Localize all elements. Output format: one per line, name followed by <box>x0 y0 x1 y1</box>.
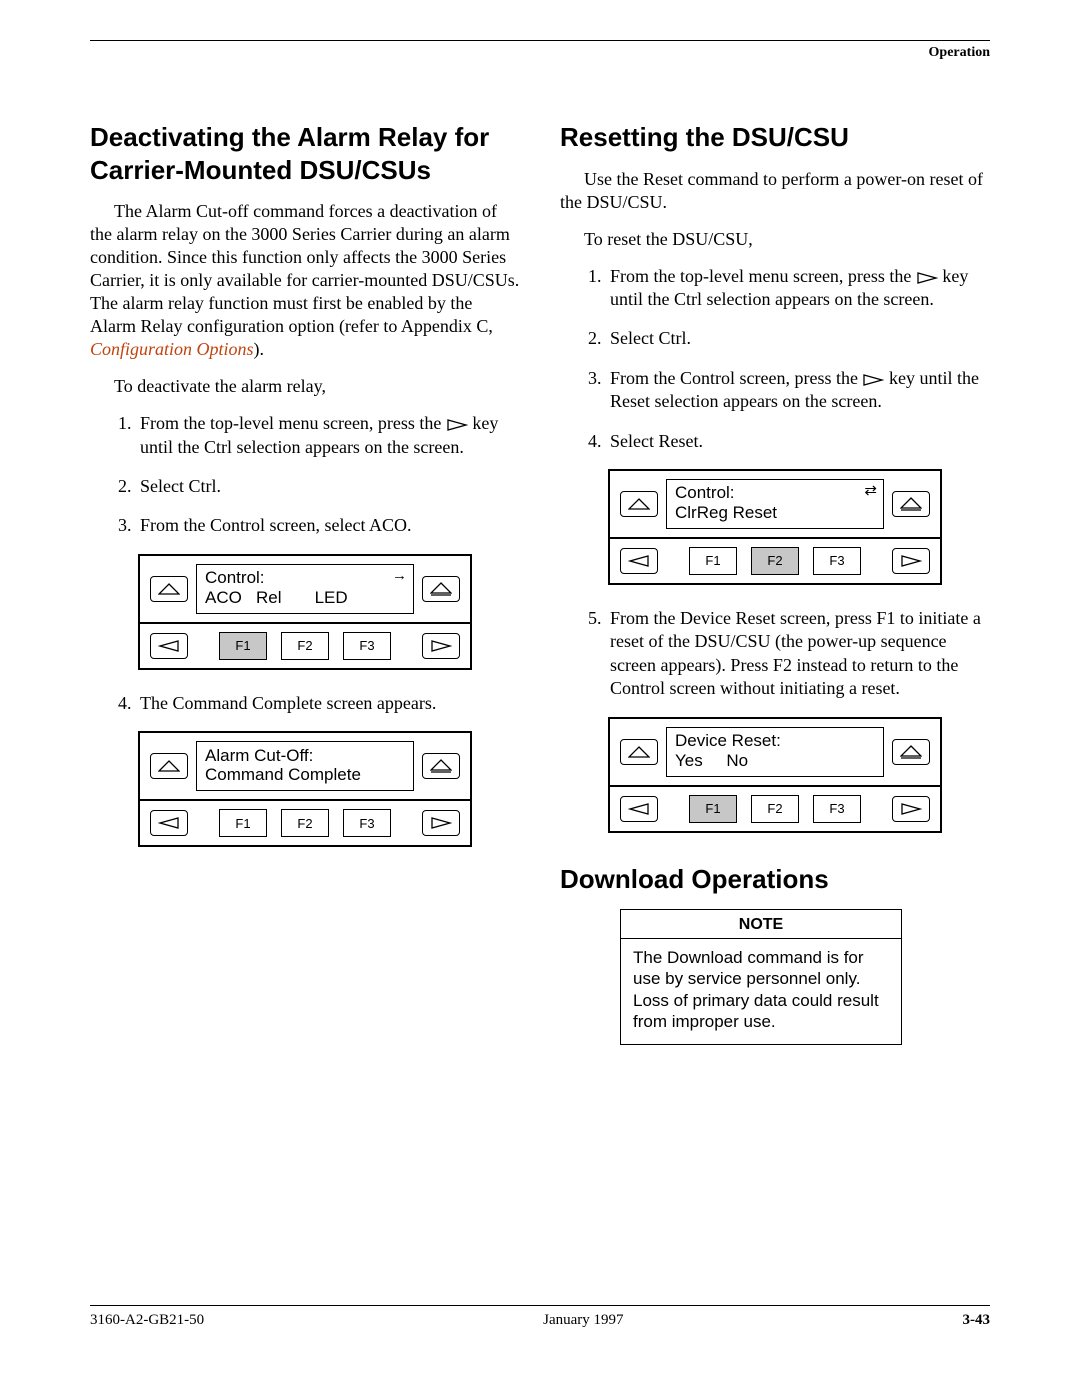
triangle-left-icon <box>628 555 650 567</box>
lead-deactivate: To deactivate the alarm relay, <box>90 375 520 398</box>
left-key[interactable] <box>150 810 188 836</box>
triangle-right-icon <box>900 555 922 567</box>
footer-date: January 1997 <box>543 1312 623 1329</box>
step-3-text-a: From the Control screen, press the <box>610 368 862 388</box>
step-2: Select Ctrl. <box>606 327 990 350</box>
right-arrow-icon <box>916 272 938 284</box>
exit-key[interactable] <box>892 491 930 517</box>
f2-key[interactable]: F2 <box>281 809 329 837</box>
right-key[interactable] <box>892 796 930 822</box>
step-1-text-a: From the top-level menu screen, press th… <box>140 413 446 433</box>
lead-reset: To reset the DSU/CSU, <box>560 228 990 251</box>
up-key[interactable] <box>620 739 658 765</box>
f2-key[interactable]: F2 <box>281 632 329 660</box>
step-5: From the Device Reset screen, press F1 t… <box>606 607 990 701</box>
step-2: Select Ctrl. <box>136 475 520 498</box>
f1-key[interactable]: F1 <box>689 547 737 575</box>
lcd-display: Control: ACO Rel LED → <box>196 564 414 614</box>
right-key[interactable] <box>422 633 460 659</box>
step-3: From the Control screen, press the key u… <box>606 367 990 414</box>
note-box: NOTE The Download command is for use by … <box>620 909 902 1045</box>
double-arrow-icon: ⇄ <box>864 483 877 498</box>
para-deactivate: The Alarm Cut-off command forces a deact… <box>90 200 520 361</box>
f2-key[interactable]: F2 <box>751 547 799 575</box>
triangle-left-icon <box>628 803 650 815</box>
note-body: The Download command is for use by servi… <box>621 939 901 1044</box>
running-head: Operation <box>90 45 990 61</box>
step-4: The Command Complete screen appears. <box>136 692 520 715</box>
steps-deactivate-cont: The Command Complete screen appears. <box>90 692 520 715</box>
right-key[interactable] <box>422 810 460 836</box>
exit-key[interactable] <box>892 739 930 765</box>
lcd-panel-alarm-cutoff: Alarm Cut-Off: Command Complete F1 F2 F3 <box>138 731 472 847</box>
triangle-up-bar-icon <box>430 582 452 596</box>
right-arrow-icon <box>446 419 468 431</box>
f3-key[interactable]: F3 <box>813 795 861 823</box>
para-deactivate-end: ). <box>254 339 265 359</box>
f3-key[interactable]: F3 <box>343 809 391 837</box>
step-1: From the top-level menu screen, press th… <box>606 265 990 312</box>
left-key[interactable] <box>620 548 658 574</box>
left-key[interactable] <box>620 796 658 822</box>
right-arrow-icon <box>862 374 884 386</box>
f1-key[interactable]: F1 <box>219 809 267 837</box>
lcd-line2: Yes No <box>675 751 875 771</box>
triangle-right-icon <box>430 817 452 829</box>
step-4: Select Reset. <box>606 430 990 453</box>
configuration-options-link[interactable]: Configuration Options <box>90 339 254 359</box>
lcd-line2: Command Complete <box>205 765 405 785</box>
steps-reset: From the top-level menu screen, press th… <box>560 265 990 453</box>
triangle-right-icon <box>430 640 452 652</box>
f1-key[interactable]: F1 <box>689 795 737 823</box>
para-deactivate-text: The Alarm Cut-off command forces a deact… <box>90 201 519 336</box>
heading-deactivate-alarm: Deactivating the Alarm Relay for Carrier… <box>90 121 520 186</box>
lcd-panel-control-aco: Control: ACO Rel LED → F1 F2 <box>138 554 472 670</box>
triangle-up-bar-icon <box>430 759 452 773</box>
steps-reset-cont: From the Device Reset screen, press F1 t… <box>560 607 990 701</box>
lcd-panel-control-reset: Control: ClrReg Reset ⇄ F1 F2 <box>608 469 942 585</box>
triangle-up-bar-icon <box>900 745 922 759</box>
f1-key[interactable]: F1 <box>219 632 267 660</box>
up-key[interactable] <box>150 576 188 602</box>
footer-doc-id: 3160-A2-GB21-50 <box>90 1312 204 1329</box>
up-key[interactable] <box>150 753 188 779</box>
up-key[interactable] <box>620 491 658 517</box>
triangle-left-icon <box>158 817 180 829</box>
left-key[interactable] <box>150 633 188 659</box>
lcd-line2: ClrReg Reset <box>675 503 875 523</box>
triangle-up-icon <box>628 746 650 758</box>
f2-key[interactable]: F2 <box>751 795 799 823</box>
triangle-left-icon <box>158 640 180 652</box>
triangle-up-icon <box>158 583 180 595</box>
triangle-up-bar-icon <box>900 497 922 511</box>
heading-download-ops: Download Operations <box>560 863 990 896</box>
step-1: From the top-level menu screen, press th… <box>136 412 520 459</box>
lcd-display: Device Reset: Yes No <box>666 727 884 777</box>
triangle-up-icon <box>158 760 180 772</box>
right-arrow-icon: → <box>392 568 407 583</box>
triangle-up-icon <box>628 498 650 510</box>
exit-key[interactable] <box>422 576 460 602</box>
footer-page-number: 3-43 <box>963 1312 991 1329</box>
lcd-panel-device-reset: Device Reset: Yes No F1 F2 F3 <box>608 717 942 833</box>
note-title: NOTE <box>621 910 901 939</box>
right-key[interactable] <box>892 548 930 574</box>
exit-key[interactable] <box>422 753 460 779</box>
lcd-line1: Control: <box>675 483 875 503</box>
lcd-line2: ACO Rel LED <box>205 588 405 608</box>
lcd-line1: Alarm Cut-Off: <box>205 746 405 766</box>
steps-deactivate: From the top-level menu screen, press th… <box>90 412 520 538</box>
triangle-right-icon <box>900 803 922 815</box>
lcd-display: Alarm Cut-Off: Command Complete <box>196 741 414 791</box>
page-footer: 3160-A2-GB21-50 January 1997 3-43 <box>90 1305 990 1329</box>
lcd-line1: Device Reset: <box>675 731 875 751</box>
para-reset: Use the Reset command to perform a power… <box>560 168 990 214</box>
f3-key[interactable]: F3 <box>343 632 391 660</box>
heading-resetting: Resetting the DSU/CSU <box>560 121 990 154</box>
step-3: From the Control screen, select ACO. <box>136 514 520 537</box>
lcd-line1: Control: <box>205 568 405 588</box>
step-1-text-a: From the top-level menu screen, press th… <box>610 266 916 286</box>
lcd-display: Control: ClrReg Reset ⇄ <box>666 479 884 529</box>
f3-key[interactable]: F3 <box>813 547 861 575</box>
